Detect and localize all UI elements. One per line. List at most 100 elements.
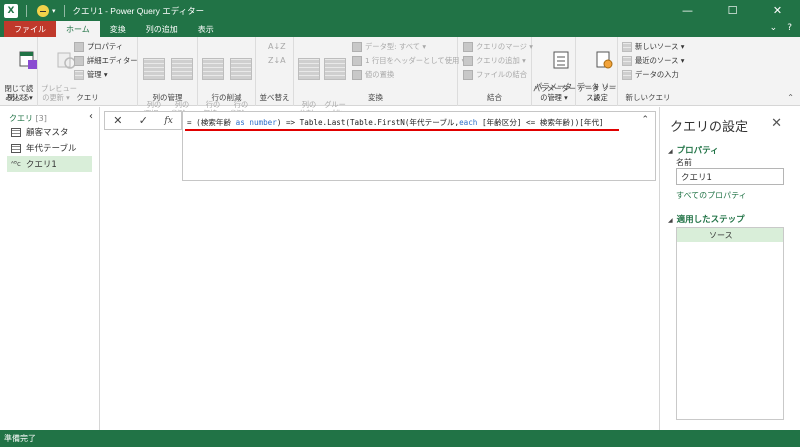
group-manage-columns: 列の 選択 ▾ 列の 削除 ▾ 列の管理 <box>138 37 198 118</box>
collapse-formula-icon[interactable]: ⌃ <box>641 115 649 125</box>
advanced-editor-icon <box>74 55 84 66</box>
formula-highlight-underline <box>185 129 619 131</box>
replace-values-button[interactable]: 値の置換 <box>352 69 394 80</box>
applied-steps-list: ソース <box>676 227 784 420</box>
group-new-query: 新しいソース ▾ 最近のソース ▾ データの入力 新しいクエリ ⌃ <box>618 37 800 106</box>
header-row-icon <box>352 55 362 66</box>
window-title: クエリ1 - Power Query エディター <box>72 5 205 16</box>
sort-ascending-button[interactable]: A↓Z <box>268 41 286 52</box>
minimize-button[interactable]: — <box>665 0 710 21</box>
feedback-smiley-icon[interactable] <box>37 4 49 17</box>
step-source[interactable]: ソース <box>677 228 783 242</box>
title-separator <box>63 4 65 17</box>
query-item-age-table[interactable]: 年代テーブル <box>7 140 92 156</box>
append-queries-button[interactable]: クエリの追加 ▾ <box>463 55 526 66</box>
quick-access-dropdown-icon[interactable]: ▾ <box>52 7 56 15</box>
data-source-settings-button[interactable]: データ ソー ス設定 <box>577 40 617 120</box>
ribbon-expand-icon[interactable]: ⌄ <box>770 23 778 33</box>
maximize-button[interactable]: ☐ <box>710 0 755 21</box>
properties-section-header[interactable]: プロパティ <box>668 144 719 156</box>
group-transform: 列の 分割 ▾ グルー プ化 データ型: すべて ▾ 1 行目をヘッダーとして使… <box>294 37 465 118</box>
data-type-icon <box>352 41 362 52</box>
append-queries-icon <box>463 55 473 66</box>
queries-header: クエリ [3] <box>9 114 47 123</box>
remove-columns-icon <box>171 58 193 80</box>
group-combine: クエリのマージ ▾ クエリの追加 ▾ ファイルの結合 結合 <box>458 37 533 106</box>
replace-values-icon <box>352 69 362 80</box>
tabs-right-controls: ⌄ ? <box>770 23 792 33</box>
manage-icon <box>74 69 84 80</box>
all-properties-link[interactable]: すべてのプロパティ <box>676 190 747 201</box>
choose-columns-icon <box>143 58 165 80</box>
split-column-icon <box>298 58 320 80</box>
combine-files-icon <box>463 69 473 80</box>
help-icon[interactable]: ? <box>787 23 792 33</box>
formula-text: = (検索年齢 as number) => Table.Last(Table.F… <box>187 118 604 127</box>
settings-title: クエリの設定 <box>670 119 749 134</box>
title-bar: X ▾ クエリ1 - Power Query エディター — ☐ ✕ <box>0 0 800 21</box>
advanced-editor-button[interactable]: 詳細エディター <box>74 55 138 66</box>
table-icon <box>11 127 21 137</box>
recent-sources-button[interactable]: 最近のソース ▾ <box>622 55 684 66</box>
new-source-button[interactable]: 新しいソース ▾ <box>622 41 684 52</box>
tab-transform[interactable]: 変換 <box>100 21 136 37</box>
ribbon: 閉じて読 み込む ▾ 閉じる プレビュー の更新 ▾ プロパティ 詳細エディター… <box>0 37 800 118</box>
query-name-input[interactable]: クエリ1 <box>676 168 784 185</box>
new-source-icon <box>622 41 632 52</box>
group-data-sources: データ ソー ス設定 データ ソース <box>576 37 618 106</box>
group-sort: A↓Z Z↓A 並べ替え <box>256 37 294 106</box>
queries-pane: クエリ [3] ‹ 顧客マスタ 年代テーブル ᴬᴮc クエリ1 <box>0 107 100 430</box>
merge-queries-button[interactable]: クエリのマージ ▾ <box>463 41 533 52</box>
formula-bar-buttons: ✕ ✓ fx <box>104 111 182 130</box>
close-window-button[interactable]: ✕ <box>755 0 800 21</box>
sort-descending-button[interactable]: Z↓A <box>268 55 286 66</box>
enter-data-icon <box>622 69 632 80</box>
properties-icon <box>74 41 84 52</box>
group-by-icon <box>324 58 346 80</box>
tab-add-column[interactable]: 列の追加 <box>136 21 188 37</box>
group-reduce-rows: 行の 保持 ▾ 行の 削除 ▾ 行の削減 <box>198 37 256 118</box>
table-icon <box>11 143 21 153</box>
collapse-ribbon-icon[interactable]: ⌃ <box>787 93 794 102</box>
applied-steps-section-header[interactable]: 適用したステップ <box>668 213 745 225</box>
insert-function-icon[interactable]: fx <box>164 116 172 126</box>
manage-parameters-button[interactable]: パラメーター の管理 ▾ <box>533 40 576 120</box>
tab-view[interactable]: 表示 <box>188 21 224 37</box>
merge-queries-icon <box>463 41 473 52</box>
manage-button[interactable]: 管理 ▾ <box>74 69 108 80</box>
tab-home[interactable]: ホーム <box>56 21 100 37</box>
status-bar: 準備完了 <box>0 430 800 447</box>
sort-descending-icon: Z↓A <box>268 56 286 65</box>
window-controls: — ☐ ✕ <box>665 0 800 21</box>
query-item-query1[interactable]: ᴬᴮc クエリ1 <box>7 156 92 172</box>
group-parameters: パラメーター の管理 ▾ パラメーター <box>532 37 576 106</box>
data-type-dropdown[interactable]: データ型: すべて ▾ <box>352 41 426 52</box>
group-query: プレビュー の更新 ▾ プロパティ 詳細エディター 管理 ▾ クエリ <box>38 37 138 106</box>
recent-sources-icon <box>622 55 632 66</box>
properties-button[interactable]: プロパティ <box>74 41 123 52</box>
cancel-formula-icon[interactable]: ✕ <box>113 114 122 127</box>
query-item-customer-master[interactable]: 顧客マスタ <box>7 124 92 140</box>
group-close: 閉じて読 み込む ▾ 閉じる <box>0 37 38 106</box>
title-separator <box>26 4 27 17</box>
commit-formula-icon[interactable]: ✓ <box>139 114 148 127</box>
sort-ascending-icon: A↓Z <box>268 42 286 51</box>
formula-editor[interactable]: = (検索年齢 as number) => Table.Last(Table.F… <box>182 111 656 181</box>
close-and-load-icon <box>19 51 37 69</box>
status-text: 準備完了 <box>4 434 36 443</box>
tab-file[interactable]: ファイル <box>4 21 56 37</box>
excel-logo-icon: X <box>4 3 18 18</box>
remove-rows-icon <box>230 58 252 80</box>
ribbon-tabs: ファイル ホーム 変換 列の追加 表示 ⌄ ? <box>0 21 800 37</box>
close-settings-icon[interactable]: ✕ <box>771 116 782 131</box>
combine-files-button[interactable]: ファイルの結合 <box>463 69 527 80</box>
data-source-settings-icon <box>596 51 613 69</box>
collapse-queries-icon[interactable]: ‹ <box>89 111 93 122</box>
keep-rows-icon <box>202 58 224 80</box>
query-settings-pane: クエリの設定 ✕ プロパティ 名前 クエリ1 すべてのプロパティ 適用したステッ… <box>659 107 800 430</box>
name-label: 名前 <box>676 158 692 167</box>
enter-data-button[interactable]: データの入力 <box>622 69 679 80</box>
function-icon: ᴬᴮc <box>11 160 21 168</box>
parameters-icon <box>553 51 569 69</box>
use-first-row-header-button[interactable]: 1 行目をヘッダーとして使用 ▾ <box>352 55 465 66</box>
